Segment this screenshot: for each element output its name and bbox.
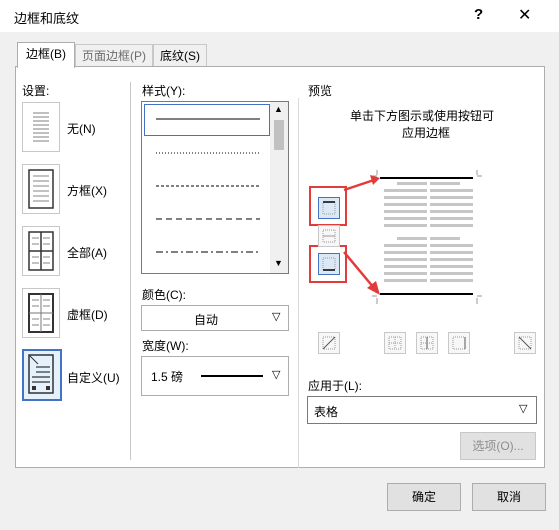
setting-custom-button[interactable] <box>22 349 62 401</box>
right-border-button[interactable] <box>448 332 470 354</box>
color-value: 自动 <box>193 313 218 327</box>
scroll-up-icon[interactable]: ▲ <box>274 104 283 114</box>
title-bar: 边框和底纹 ? ✕ <box>0 0 559 32</box>
setting-box-icon <box>28 169 54 209</box>
divider <box>130 82 131 460</box>
top-border-button[interactable] <box>318 197 340 219</box>
diagonal-up-icon <box>322 336 336 350</box>
border-inside-h-icon <box>322 229 336 243</box>
setting-box-label: 方框(X) <box>67 184 107 198</box>
bottom-border-button[interactable] <box>318 253 340 275</box>
preview-instruction-1: 单击下方图示或使用按钮可 <box>350 109 495 123</box>
apply-to-heading: 应用于(L): <box>308 379 363 393</box>
chevron-down-icon[interactable]: ▽ <box>272 368 280 381</box>
border-right-icon <box>452 336 466 350</box>
close-icon[interactable]: ✕ <box>518 5 531 25</box>
setting-grid-button[interactable] <box>22 288 60 338</box>
style-listbox[interactable]: ▲ ▼ <box>141 101 289 274</box>
setting-none-label: 无(N) <box>67 122 96 136</box>
inside-vertical-border-button[interactable] <box>416 332 438 354</box>
color-heading: 颜色(C): <box>142 288 186 302</box>
inside-horizontal-border-button[interactable] <box>318 225 340 247</box>
style-heading: 样式(Y): <box>142 84 186 98</box>
color-dropdown[interactable]: 自动 ▽ <box>141 305 289 331</box>
width-dropdown[interactable]: 1.5 磅 ▽ <box>141 356 289 396</box>
dialog-title: 边框和底纹 <box>14 11 80 26</box>
preview-area[interactable] <box>372 170 482 304</box>
tab-borders[interactable]: 边框(B) <box>17 42 75 68</box>
setting-all-icon <box>28 231 54 271</box>
diagonal-down-border-button[interactable] <box>514 332 536 354</box>
setting-all-label: 全部(A) <box>67 246 107 260</box>
border-left-icon <box>388 336 402 350</box>
width-line-sample <box>201 375 263 377</box>
width-value: 1.5 磅 <box>151 370 184 384</box>
left-border-button[interactable] <box>384 332 406 354</box>
setting-none-icon <box>33 112 49 142</box>
style-scrollbar[interactable]: ▲ ▼ <box>270 102 288 273</box>
chevron-down-icon[interactable]: ▽ <box>272 310 280 323</box>
border-inside-v-icon <box>420 336 434 350</box>
border-top-icon <box>322 201 336 215</box>
setting-none-button[interactable] <box>22 102 60 152</box>
line-styles <box>156 118 260 253</box>
apply-to-dropdown[interactable]: 表格 ▽ <box>307 396 537 424</box>
ok-button[interactable]: 确定 <box>387 483 461 511</box>
options-button[interactable]: 选项(O)... <box>460 432 536 460</box>
scroll-down-icon[interactable]: ▼ <box>274 258 283 268</box>
setting-grid-label: 虚框(D) <box>67 308 108 322</box>
preview-table <box>372 170 482 304</box>
setting-all-button[interactable] <box>22 226 60 276</box>
setting-box-button[interactable] <box>22 164 60 214</box>
diagonal-up-border-button[interactable] <box>318 332 340 354</box>
apply-to-value: 表格 <box>314 405 339 419</box>
help-icon[interactable]: ? <box>474 6 483 23</box>
setting-grid-icon <box>28 293 54 333</box>
cancel-button[interactable]: 取消 <box>472 483 546 511</box>
chevron-down-icon[interactable]: ▽ <box>519 402 527 415</box>
setting-custom-label: 自定义(U) <box>67 371 120 385</box>
preview-heading: 预览 <box>308 84 333 98</box>
border-bottom-icon <box>322 257 336 271</box>
scroll-thumb[interactable] <box>274 120 284 150</box>
setting-custom-icon <box>28 354 54 394</box>
annotation-arrows <box>343 175 380 295</box>
settings-heading: 设置: <box>22 84 50 98</box>
width-heading: 宽度(W): <box>142 339 189 353</box>
preview-instruction-2: 应用边框 <box>402 126 451 140</box>
diagonal-down-icon <box>518 336 532 350</box>
tab-shading[interactable]: 底纹(S) <box>153 44 207 67</box>
tab-page-borders[interactable]: 页面边框(P) <box>75 44 153 67</box>
